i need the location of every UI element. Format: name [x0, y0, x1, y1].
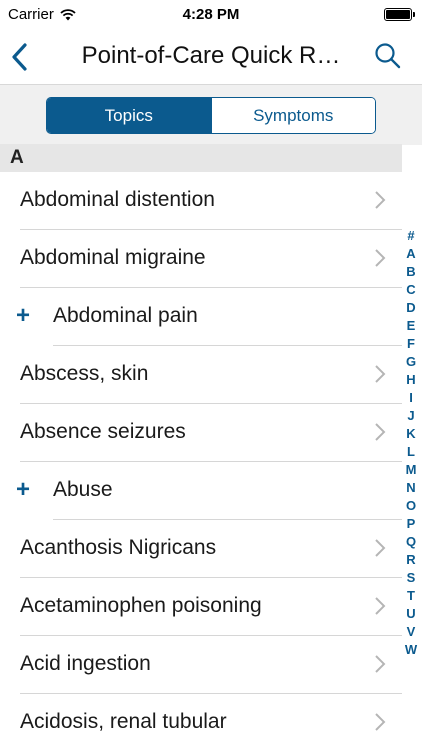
index-letter[interactable]: N [402, 479, 420, 497]
index-letter[interactable]: V [402, 623, 420, 641]
index-letter[interactable]: K [402, 425, 420, 443]
list-item[interactable]: Abdominal migraine [0, 230, 402, 288]
index-letter[interactable]: I [402, 389, 420, 407]
topic-list: Abdominal distention Abdominal migraine … [0, 172, 402, 752]
chevron-right-icon [375, 249, 386, 267]
index-letter[interactable]: # [402, 227, 420, 245]
list-item-label: Absence seizures [20, 420, 186, 443]
list-item-label: Acetaminophen poisoning [20, 594, 262, 617]
list-item[interactable]: Acetaminophen poisoning [0, 578, 402, 636]
index-letter[interactable]: T [402, 587, 420, 605]
list-item-label: Acidosis, renal tubular [20, 710, 227, 733]
index-letter[interactable]: U [402, 605, 420, 623]
chevron-right-icon [375, 191, 386, 209]
index-letter[interactable]: S [402, 569, 420, 587]
index-letter[interactable]: E [402, 317, 420, 335]
topics-symptoms-segmented-control: Topics Symptoms [46, 97, 376, 134]
index-letter[interactable]: C [402, 281, 420, 299]
page-title: Point-of-Care Quick R… [81, 42, 341, 69]
chevron-right-icon [375, 365, 386, 383]
battery-icon [384, 8, 415, 21]
index-letter[interactable]: G [402, 353, 420, 371]
index-letter[interactable]: P [402, 515, 420, 533]
index-letter[interactable]: A [402, 245, 420, 263]
list-item-label: Acanthosis Nigricans [20, 536, 217, 559]
list-item-label: Abdominal pain [53, 304, 198, 327]
list-item-label: Abscess, skin [20, 362, 149, 385]
chevron-left-icon[interactable] [8, 40, 32, 74]
index-letter[interactable]: H [402, 371, 420, 389]
tab-topics[interactable]: Topics [47, 98, 211, 133]
chevron-right-icon [375, 655, 386, 673]
index-letter[interactable]: J [402, 407, 420, 425]
expand-plus-icon[interactable]: + [16, 462, 30, 518]
list-item-label: Abdominal migraine [20, 246, 206, 269]
list-item[interactable]: Absence seizures [0, 404, 402, 462]
index-letter[interactable]: D [402, 299, 420, 317]
index-letter[interactable]: B [402, 263, 420, 281]
index-letter[interactable]: L [402, 443, 420, 461]
search-icon[interactable] [374, 42, 402, 70]
status-bar: Carrier 4:28 PM [0, 0, 422, 30]
index-letter[interactable]: F [402, 335, 420, 353]
list-item-label: Abuse [53, 478, 113, 501]
list-item[interactable]: Acanthosis Nigricans [0, 520, 402, 578]
status-time: 4:28 PM [182, 6, 240, 23]
list-item-label: Acid ingestion [20, 652, 151, 675]
chevron-right-icon [375, 597, 386, 615]
list-item[interactable]: Acidosis, renal tubular [0, 694, 402, 752]
navigation-bar: Point-of-Care Quick R… [0, 30, 422, 84]
expand-plus-icon[interactable]: + [16, 288, 30, 344]
index-letter[interactable]: R [402, 551, 420, 569]
list-item[interactable]: Abdominal distention [0, 172, 402, 230]
section-header: A [0, 144, 402, 172]
index-letter[interactable]: W [402, 641, 420, 659]
index-letter[interactable]: M [402, 461, 420, 479]
chevron-right-icon [375, 423, 386, 441]
list-item-label: Abdominal distention [20, 188, 215, 211]
index-letter[interactable]: O [402, 497, 420, 515]
list-item-expandable[interactable]: + Abdominal pain [0, 288, 402, 346]
segment-area: Topics Symptoms [0, 84, 422, 145]
tab-symptoms[interactable]: Symptoms [210, 98, 375, 133]
chevron-right-icon [375, 539, 386, 557]
list-item[interactable]: Abscess, skin [0, 346, 402, 404]
chevron-right-icon [375, 713, 386, 731]
list-item[interactable]: Acid ingestion [0, 636, 402, 694]
list-item-expandable[interactable]: + Abuse [0, 462, 402, 520]
index-letter[interactable]: Q [402, 533, 420, 551]
alphabet-index-bar[interactable]: # A B C D E F G H I J K L M N O P Q R S … [402, 227, 420, 659]
